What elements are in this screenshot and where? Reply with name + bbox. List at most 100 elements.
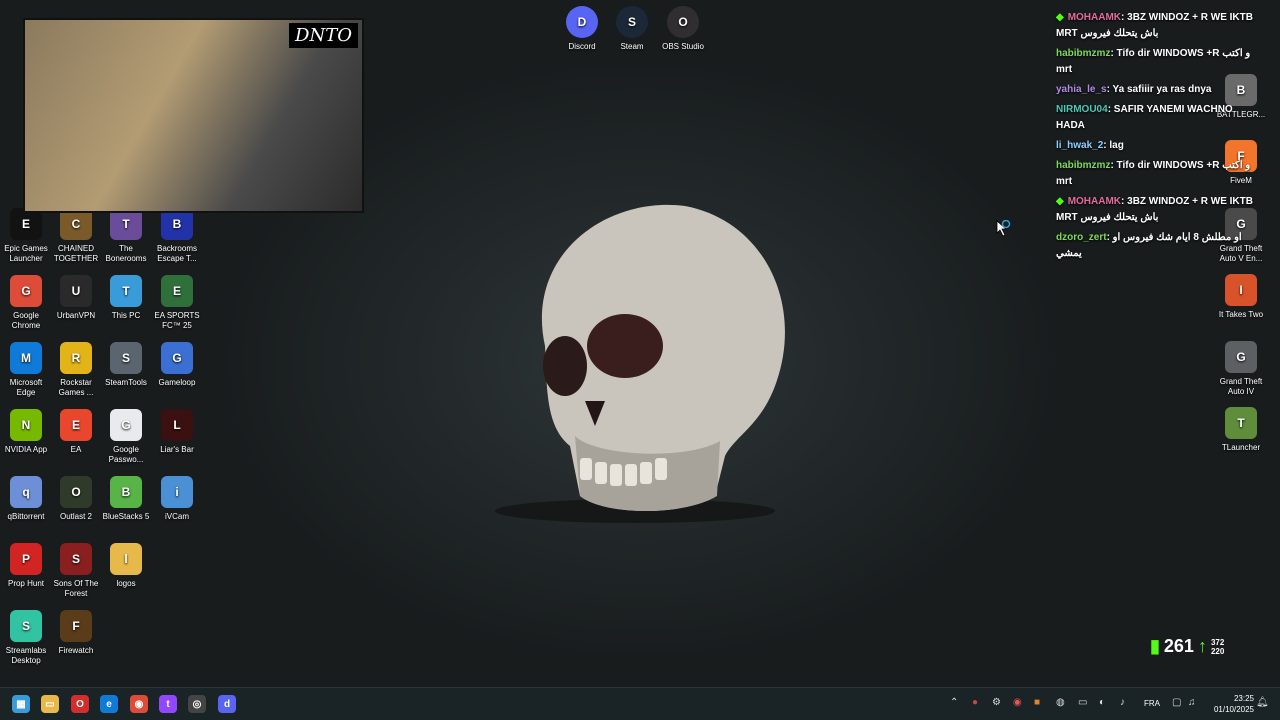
- desktop-icon-label: Outlast 2: [59, 512, 92, 521]
- chat-message: NIRMOU04: SAFIR YANEMI WACHNO HADA: [1056, 102, 1261, 134]
- desktop-icon-label: NVIDIA App: [4, 445, 48, 454]
- desktop-icon-prop-hunt[interactable]: P Prop Hunt: [0, 543, 52, 589]
- start-icon[interactable]: ▦: [12, 695, 30, 713]
- chat-username: habibmzmz: [1056, 48, 1111, 59]
- desktop-icon-ea[interactable]: E EA: [50, 409, 102, 455]
- desktop-icon-label: Discord: [568, 42, 596, 51]
- desktop-icon-outlast[interactable]: O Outlast 2: [50, 476, 102, 522]
- obs-taskbar-icon[interactable]: ◎: [188, 695, 206, 713]
- notification-bell-icon[interactable]: 🔔︎: [1256, 697, 1269, 709]
- desktop-icon-ea-fc[interactable]: E EA SPORTS FC™ 25: [151, 275, 203, 331]
- desktop-icon-label: Firewatch: [58, 646, 94, 655]
- chat-message: li_hwak_2: lag: [1056, 138, 1261, 154]
- desktop-icon-label: logos: [116, 579, 136, 588]
- discord-taskbar-icon[interactable]: d: [218, 695, 236, 713]
- chat-message: ◆ MOHAAMK: 3BZ WINDOZ + R WE IKTB MRT باش…: [1056, 194, 1261, 226]
- desktop-icon-label: Epic Games Launcher: [4, 244, 48, 263]
- desktop-icon-label: Microsoft Edge: [9, 378, 43, 397]
- file-explorer-icon[interactable]: ▭: [41, 695, 59, 713]
- chat-badge-icon: ◆: [1056, 12, 1064, 23]
- desktop-icon-label: Steam: [620, 42, 644, 51]
- kick-logo-icon: ▮: [1150, 636, 1160, 656]
- chat-username: NIRMOU04: [1056, 104, 1108, 115]
- gameloop-icon: G: [161, 342, 193, 374]
- desktop-icon-chained[interactable]: C CHAINED TOGETHER: [50, 208, 102, 264]
- clock-time: 23:25: [1233, 694, 1254, 703]
- up-arrow-icon: ↑: [1197, 636, 1207, 656]
- chat-message: dzoro_zert: او مطلش 8 ايام شك فيروس او ي…: [1056, 230, 1261, 262]
- taskbar: ▦ ▭ Oe ◉ t ◎ d ⌃ ● ⚙ ◉ ■ ◍ ▭ ◐ ♪ FRA ▢ ♫ 23:25…: [0, 687, 1280, 720]
- desktop-icon-label: Rockstar Games ...: [58, 378, 94, 397]
- desktop-icon-this-pc[interactable]: T This PC: [100, 275, 152, 321]
- chat-message: habibmzmz: Tifo dir WINDOWS +R و اكتب mr…: [1056, 158, 1261, 190]
- urbanvpn-icon: U: [60, 275, 92, 307]
- desktop-icon-obs[interactable]: O OBS Studio: [657, 6, 709, 52]
- tray-app2-icon[interactable]: ■: [1034, 697, 1046, 709]
- desktop-icon-urbanvpn[interactable]: U UrbanVPN: [50, 275, 102, 321]
- desktop-icon-nvidia[interactable]: N NVIDIA App: [0, 409, 52, 455]
- edge-icon: M: [10, 342, 42, 374]
- system-clock[interactable]: 23:25 01/10/2025: [1214, 693, 1254, 715]
- chat-badge-icon: ◆: [1056, 196, 1064, 207]
- desktop-icon-firewatch[interactable]: F Firewatch: [50, 610, 102, 656]
- tray-record-icon[interactable]: ◉: [1013, 697, 1025, 709]
- edge-taskbar-icon[interactable]: e: [100, 695, 118, 713]
- desktop-icon-streamlabs[interactable]: S Streamlabs Desktop: [0, 610, 52, 666]
- channel-logo: DNTO: [289, 23, 358, 48]
- obs-icon: O: [667, 6, 699, 38]
- desktop-icon-discord[interactable]: D Discord: [556, 6, 608, 52]
- desktop-icon-label: Sons Of The Forest: [53, 579, 99, 598]
- secondary-stat-bottom: 220: [1210, 646, 1225, 656]
- desktop-icon-label: This PC: [111, 311, 141, 320]
- ea-fc-icon: E: [161, 275, 193, 307]
- tray-steam-icon[interactable]: ◐: [1099, 697, 1111, 709]
- desktop-icon-liars-bar[interactable]: L Liar's Bar: [151, 409, 203, 455]
- tray-app-icon[interactable]: ●: [972, 697, 984, 709]
- language-indicator[interactable]: FRA: [1144, 699, 1160, 708]
- desktop-icon-steam[interactable]: S Steam: [606, 6, 658, 52]
- desktop-icon-label: qBittorrent: [7, 512, 45, 521]
- steamtools-icon: S: [110, 342, 142, 374]
- desktop-icon-google-password[interactable]: G Google Passwo...: [100, 409, 152, 465]
- desktop-icon-gameloop[interactable]: G Gameloop: [151, 342, 203, 388]
- ea-icon: E: [60, 409, 92, 441]
- desktop-icon-bonerooms[interactable]: T The Bonerooms: [100, 208, 152, 264]
- volume-icon[interactable]: ♫: [1188, 697, 1200, 709]
- desktop-icon-label: TLauncher: [1221, 443, 1261, 452]
- desktop-icon-edge[interactable]: M Microsoft Edge: [0, 342, 52, 398]
- tray-settings-icon[interactable]: ⚙: [992, 697, 1004, 709]
- tray-network-icon[interactable]: ◍: [1056, 697, 1068, 709]
- desktop-icon-sons-forest[interactable]: S Sons Of The Forest: [50, 543, 102, 599]
- desktop-icon-rockstar[interactable]: R Rockstar Games ...: [50, 342, 102, 398]
- desktop-icon-steamtools[interactable]: S SteamTools: [100, 342, 152, 388]
- desktop-icon-epic[interactable]: E Epic Games Launcher: [0, 208, 52, 264]
- desktop-icon-gta4[interactable]: G Grand Theft Auto IV: [1215, 341, 1267, 397]
- desktop-icon-folder[interactable]: l logos: [100, 543, 152, 589]
- desktop-icon-qbittorrent[interactable]: q qBittorrent: [0, 476, 52, 522]
- show-hidden-icons-chevron-icon[interactable]: ⌃: [950, 697, 962, 709]
- tray-display-icon[interactable]: ▢: [1172, 697, 1184, 709]
- tray-microphone-icon[interactable]: ♪: [1120, 697, 1132, 709]
- firewatch-icon: F: [60, 610, 92, 642]
- sons-forest-icon: S: [60, 543, 92, 575]
- desktop-icon-it-takes-two[interactable]: I It Takes Two: [1215, 274, 1267, 320]
- desktop-icon-backrooms[interactable]: B Backrooms Escape T...: [151, 208, 203, 264]
- desktop-icon-label: Google Chrome: [11, 311, 41, 330]
- desktop-icon-label: It Takes Two: [1218, 310, 1264, 319]
- desktop-icon-label: SteamTools: [105, 378, 147, 387]
- desktop-icon-label: The Bonerooms: [105, 244, 147, 263]
- desktop-icon-bluestacks[interactable]: B BlueStacks 5: [100, 476, 152, 522]
- desktop-icon-ivcam[interactable]: i iVCam: [151, 476, 203, 522]
- tray-battery-icon[interactable]: ▭: [1078, 697, 1090, 709]
- chrome-taskbar-icon[interactable]: ◉: [130, 695, 148, 713]
- chat-username: MOHAAMK: [1067, 196, 1122, 207]
- chat-username: dzoro_zert: [1056, 232, 1107, 243]
- desktop-icon-chrome[interactable]: G Google Chrome: [0, 275, 52, 331]
- desktop-icon-label: iVCam: [164, 512, 189, 521]
- opera-icon[interactable]: O: [71, 695, 89, 713]
- liars-bar-icon: L: [161, 409, 193, 441]
- desktop-icon-label: Streamlabs Desktop: [5, 646, 47, 665]
- desktop-icon-tlauncher[interactable]: T TLauncher: [1215, 407, 1267, 453]
- folder-icon: l: [110, 543, 142, 575]
- twitch-icon[interactable]: t: [159, 695, 177, 713]
